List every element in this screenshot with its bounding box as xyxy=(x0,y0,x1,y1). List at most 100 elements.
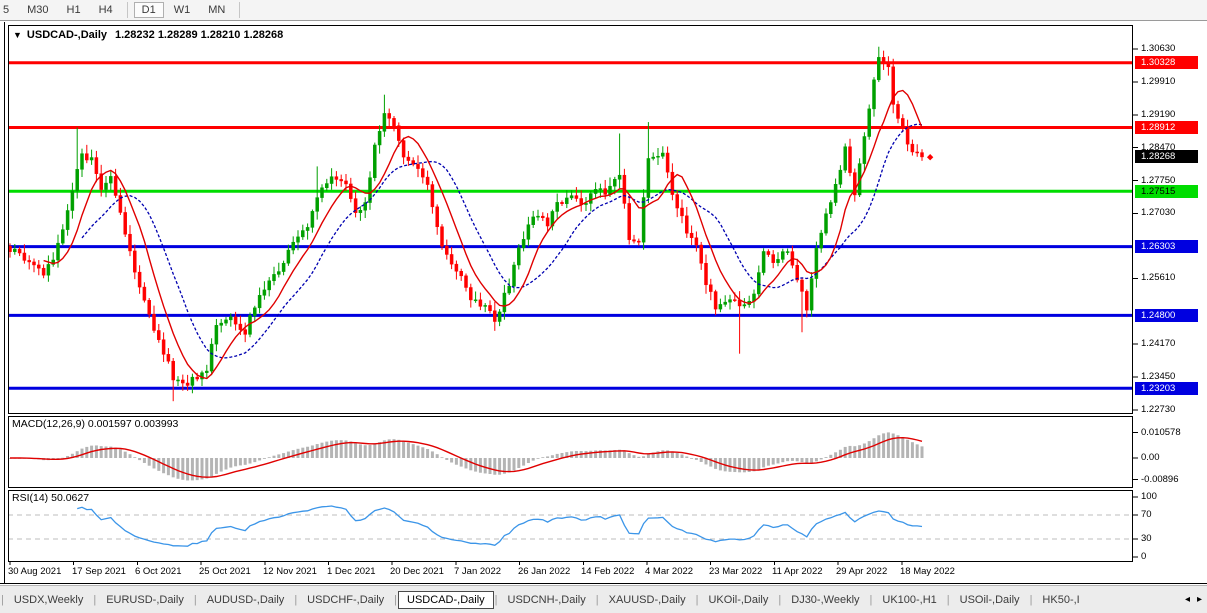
macd-histogram-bar xyxy=(570,451,573,458)
tab-usdcnh-daily[interactable]: USDCNH-,Daily xyxy=(499,591,595,609)
rsi-label: RSI(14) 50.0627 xyxy=(12,492,89,504)
candle-body xyxy=(618,175,621,179)
tab-usoil-daily[interactable]: USOil-,Daily xyxy=(951,591,1029,609)
price-badge: 1.28268 xyxy=(1135,150,1198,163)
candle-body xyxy=(897,104,900,118)
macd-axis-label: 0.00 xyxy=(1141,452,1160,464)
macd-histogram-bar xyxy=(637,457,640,458)
date-label: 17 Sep 2021 xyxy=(72,566,126,577)
candle-body xyxy=(61,230,64,244)
candle-body xyxy=(253,308,256,316)
macd-histogram-bar xyxy=(901,437,904,458)
candle-body xyxy=(657,156,660,157)
price-tick-label: 1.25610 xyxy=(1141,272,1175,284)
tab-hk50-i[interactable]: HK50-,I xyxy=(1033,591,1088,609)
macd-histogram-bar xyxy=(205,458,208,479)
candle-body xyxy=(609,186,612,194)
price-tick-label: 1.30630 xyxy=(1141,43,1175,55)
macd-histogram-bar xyxy=(733,458,736,472)
candle-body xyxy=(589,194,592,204)
candle-body xyxy=(666,153,669,172)
macd-histogram-bar xyxy=(321,443,324,458)
candle-body xyxy=(849,147,852,173)
candle-body xyxy=(373,145,376,178)
price-badge: 1.23203 xyxy=(1135,382,1198,395)
candle-body xyxy=(162,340,165,355)
candle-body xyxy=(921,153,924,157)
candle-body xyxy=(114,176,117,195)
price-tick-label: 1.27030 xyxy=(1141,207,1175,219)
macd-histogram-bar xyxy=(551,455,554,458)
macd-histogram-bar xyxy=(834,452,837,458)
candle-body xyxy=(628,203,631,239)
macd-histogram-bar xyxy=(729,458,732,472)
candle-body xyxy=(517,248,520,265)
candle-body xyxy=(330,177,333,184)
candle-body xyxy=(565,198,568,204)
macd-histogram-bar xyxy=(647,454,650,458)
candle-body xyxy=(820,233,823,248)
macd-histogram-bar xyxy=(877,435,880,458)
tab-audusd-daily[interactable]: AUDUSD-,Daily xyxy=(198,591,294,609)
candle-body xyxy=(417,164,420,168)
tab-usdcad-daily[interactable]: USDCAD-,Daily xyxy=(398,591,494,609)
tab-xauusd-daily[interactable]: XAUUSD-,Daily xyxy=(600,591,695,609)
candle-body xyxy=(181,380,184,383)
chart-tab-bar: |USDX,Weekly|EURUSD-,Daily|AUDUSD-,Daily… xyxy=(0,585,1207,613)
candle-body xyxy=(402,141,405,158)
macd-histogram-bar xyxy=(426,449,429,458)
macd-histogram-bar xyxy=(445,458,448,460)
tab-ukoil-daily[interactable]: UKOil-,Daily xyxy=(699,591,777,609)
macd-histogram-bar xyxy=(114,448,117,458)
rsi-axis-label: 70 xyxy=(1141,509,1152,521)
candle-body xyxy=(441,227,444,246)
candle-body xyxy=(426,177,429,184)
candle-body xyxy=(719,304,722,309)
tab-scroll-right-icon[interactable]: ▸ xyxy=(1197,594,1202,605)
tab-usdchf-daily[interactable]: USDCHF-,Daily xyxy=(298,591,393,609)
macd-histogram-bar xyxy=(897,435,900,458)
candle-body xyxy=(546,218,549,226)
date-label: 7 Jan 2022 xyxy=(454,566,501,577)
macd-histogram-bar xyxy=(642,456,645,458)
macd-histogram-bar xyxy=(700,458,703,462)
price-tick-label: 1.29190 xyxy=(1141,109,1175,121)
macd-histogram-bar xyxy=(282,453,285,458)
tab-uk100-h1[interactable]: UK100-,H1 xyxy=(873,591,945,609)
candle-body xyxy=(450,254,453,264)
date-label: 23 Mar 2022 xyxy=(709,566,762,577)
macd-histogram-bar xyxy=(781,458,784,462)
candle-body xyxy=(397,126,400,141)
candle-body xyxy=(561,202,564,203)
candle-body xyxy=(911,144,914,152)
tab-scroll-left-icon[interactable]: ◂ xyxy=(1185,594,1190,605)
rsi-panel[interactable] xyxy=(9,491,1133,562)
date-label: 26 Jan 2022 xyxy=(518,566,570,577)
macd-histogram-bar xyxy=(661,450,664,458)
candle-body xyxy=(244,330,247,335)
rsi-axis-label: 0 xyxy=(1141,551,1146,563)
symbol-dropdown-icon[interactable]: ▼ xyxy=(13,30,22,40)
candle-body xyxy=(28,260,31,262)
tab-dj30-weekly[interactable]: DJ30-,Weekly xyxy=(782,591,868,609)
main-chart-panel[interactable] xyxy=(9,26,1133,414)
candle-body xyxy=(633,240,636,241)
macd-histogram-bar xyxy=(191,458,194,480)
macd-histogram-bar xyxy=(210,458,213,477)
candle-body xyxy=(460,271,463,276)
candle-body xyxy=(234,317,237,324)
macd-histogram-bar xyxy=(556,454,559,458)
candle-body xyxy=(277,272,280,275)
candle-body xyxy=(37,265,40,268)
candle-body xyxy=(498,312,501,322)
date-label: 18 May 2022 xyxy=(900,566,955,577)
candle-body xyxy=(205,371,208,373)
tab-eurusd-daily[interactable]: EURUSD-,Daily xyxy=(97,591,193,609)
macd-histogram-bar xyxy=(244,458,247,465)
price-chart-canvas[interactable] xyxy=(0,0,1207,613)
candle-body xyxy=(316,198,319,212)
tab-usdx-weekly[interactable]: USDX,Weekly xyxy=(5,591,92,609)
candle-body xyxy=(282,263,285,271)
macd-histogram-bar xyxy=(810,458,813,463)
macd-histogram-bar xyxy=(268,457,271,458)
